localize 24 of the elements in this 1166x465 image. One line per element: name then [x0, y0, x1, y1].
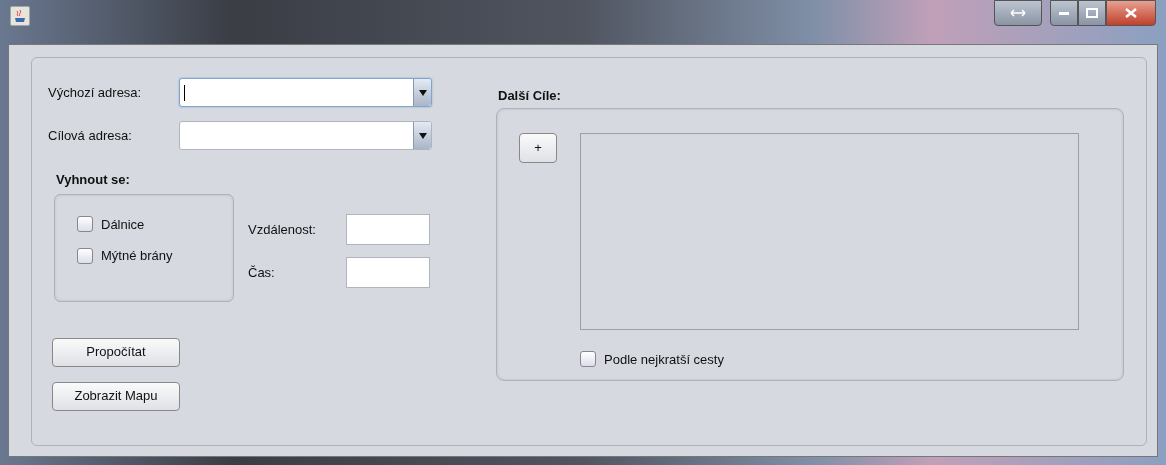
checkbox-label: Mýtné brány	[101, 247, 173, 265]
close-button[interactable]	[1106, 0, 1156, 26]
dropdown-arrow-icon[interactable]	[418, 132, 427, 139]
checkbox[interactable]	[77, 216, 93, 233]
field-label: Výchozí adresa:	[48, 83, 143, 102]
dropdown-arrow-icon[interactable]	[418, 89, 427, 96]
app-icon	[10, 6, 30, 26]
checkbox[interactable]	[580, 351, 596, 368]
action-button[interactable]: Propočítat	[52, 337, 180, 367]
field-label: Vzdálenost:	[248, 220, 317, 239]
minimize-button[interactable]	[1050, 0, 1078, 26]
checkbox[interactable]	[77, 247, 93, 264]
minimize-icon	[1059, 11, 1069, 15]
close-icon	[1125, 8, 1137, 18]
group-title: Vyhnout se:	[56, 171, 131, 189]
checkbox-label: Dálnice	[101, 215, 145, 234]
field-label: Cílová adresa:	[48, 126, 133, 145]
maximize-button[interactable]	[1078, 0, 1106, 26]
field-label: Čas:	[248, 263, 276, 282]
maximize-icon	[1086, 8, 1098, 18]
add-button[interactable]: +	[519, 132, 557, 163]
checkbox-label: Podle nejkratší cesty	[604, 350, 724, 369]
group-title: Další Cíle:	[498, 87, 562, 105]
action-button[interactable]: Zobrazit Mapu	[52, 381, 180, 411]
